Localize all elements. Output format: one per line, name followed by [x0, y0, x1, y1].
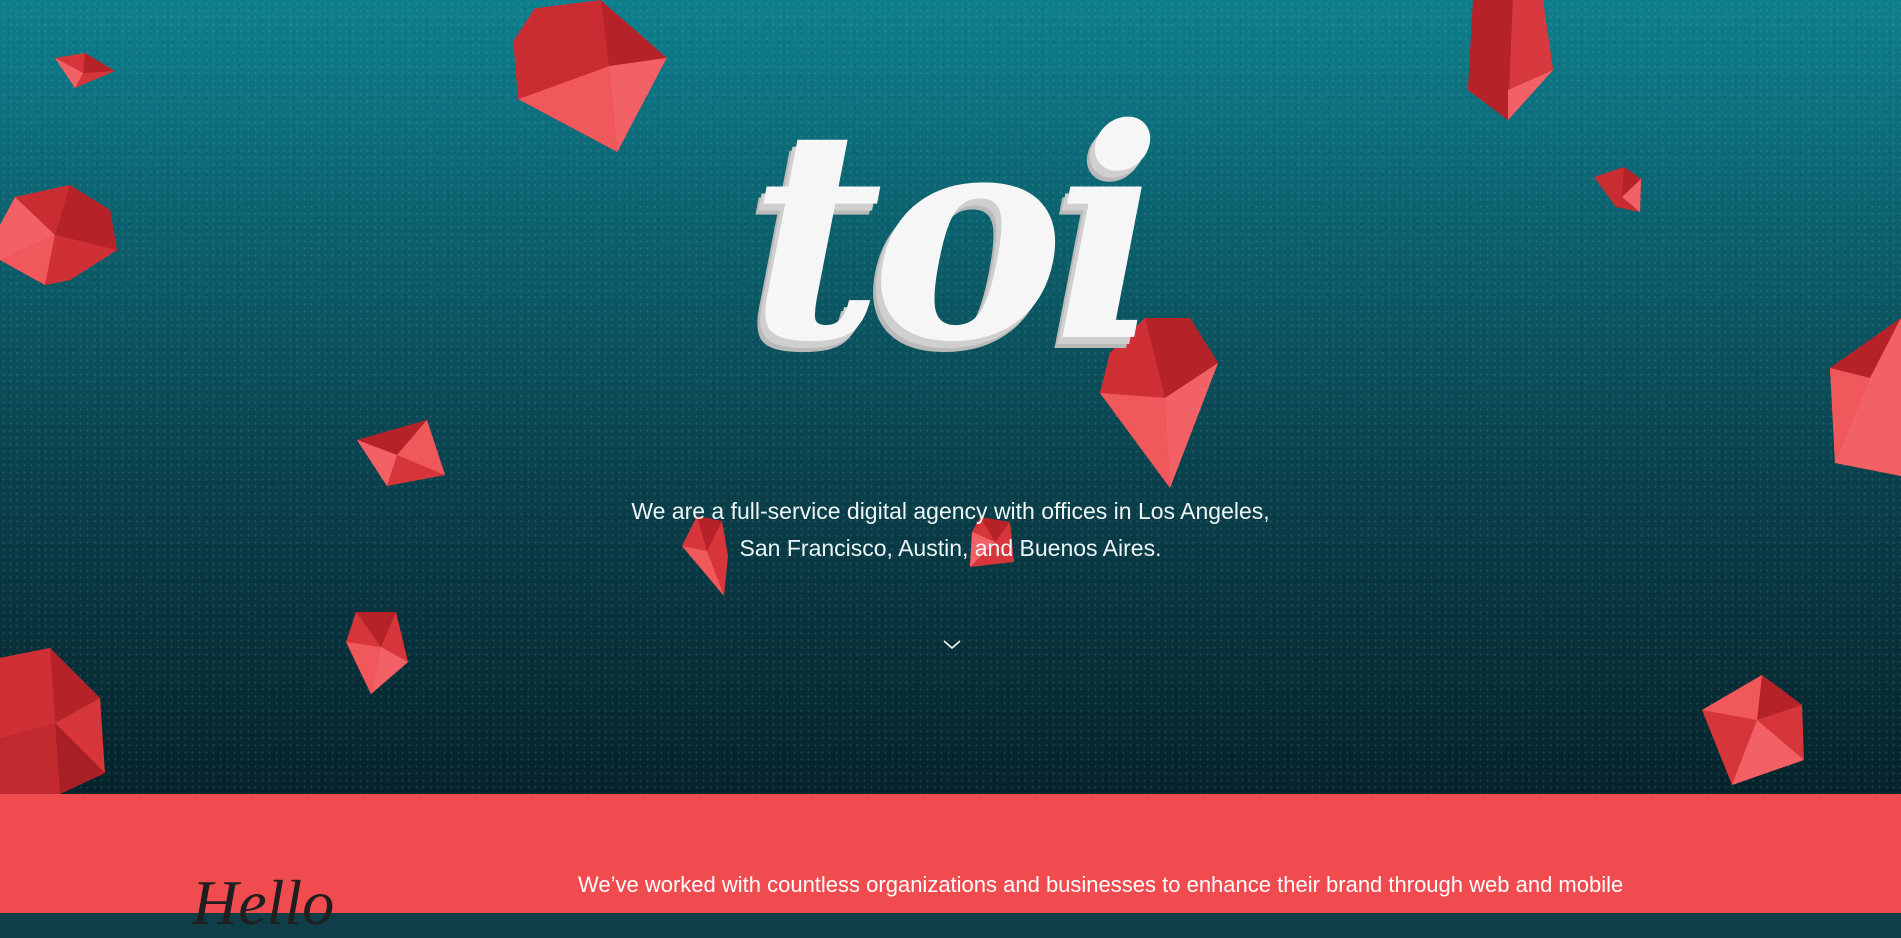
logo-wordmark: toi: [749, 66, 1163, 406]
gem-icon: [0, 648, 105, 794]
gem-icon: [1830, 318, 1901, 476]
gem-icon: [1468, 0, 1553, 120]
gem-icon: [1702, 675, 1804, 785]
intro-heading: Hello: [192, 867, 335, 938]
scroll-down-button[interactable]: [940, 636, 964, 654]
gem-icon: [0, 185, 117, 285]
gem-icon: [55, 53, 115, 88]
hero-tagline: We are a full-service digital agency wit…: [560, 493, 1341, 567]
gem-icon: [346, 612, 408, 694]
gem-icon: [513, 0, 667, 152]
gem-icon: [1594, 167, 1641, 212]
tagline-line-2: San Francisco, Austin, and Buenos Aires.: [739, 535, 1162, 561]
intro-paragraph: We’ve worked with countless organization…: [578, 872, 1624, 897]
hero-section: toi We are a full-service digital agency…: [0, 0, 1901, 794]
brand-logo[interactable]: toi: [670, 66, 1230, 446]
gem-icon: [357, 420, 445, 486]
tagline-line-1: We are a full-service digital agency wit…: [631, 498, 1270, 524]
chevron-down-icon: [943, 640, 961, 649]
